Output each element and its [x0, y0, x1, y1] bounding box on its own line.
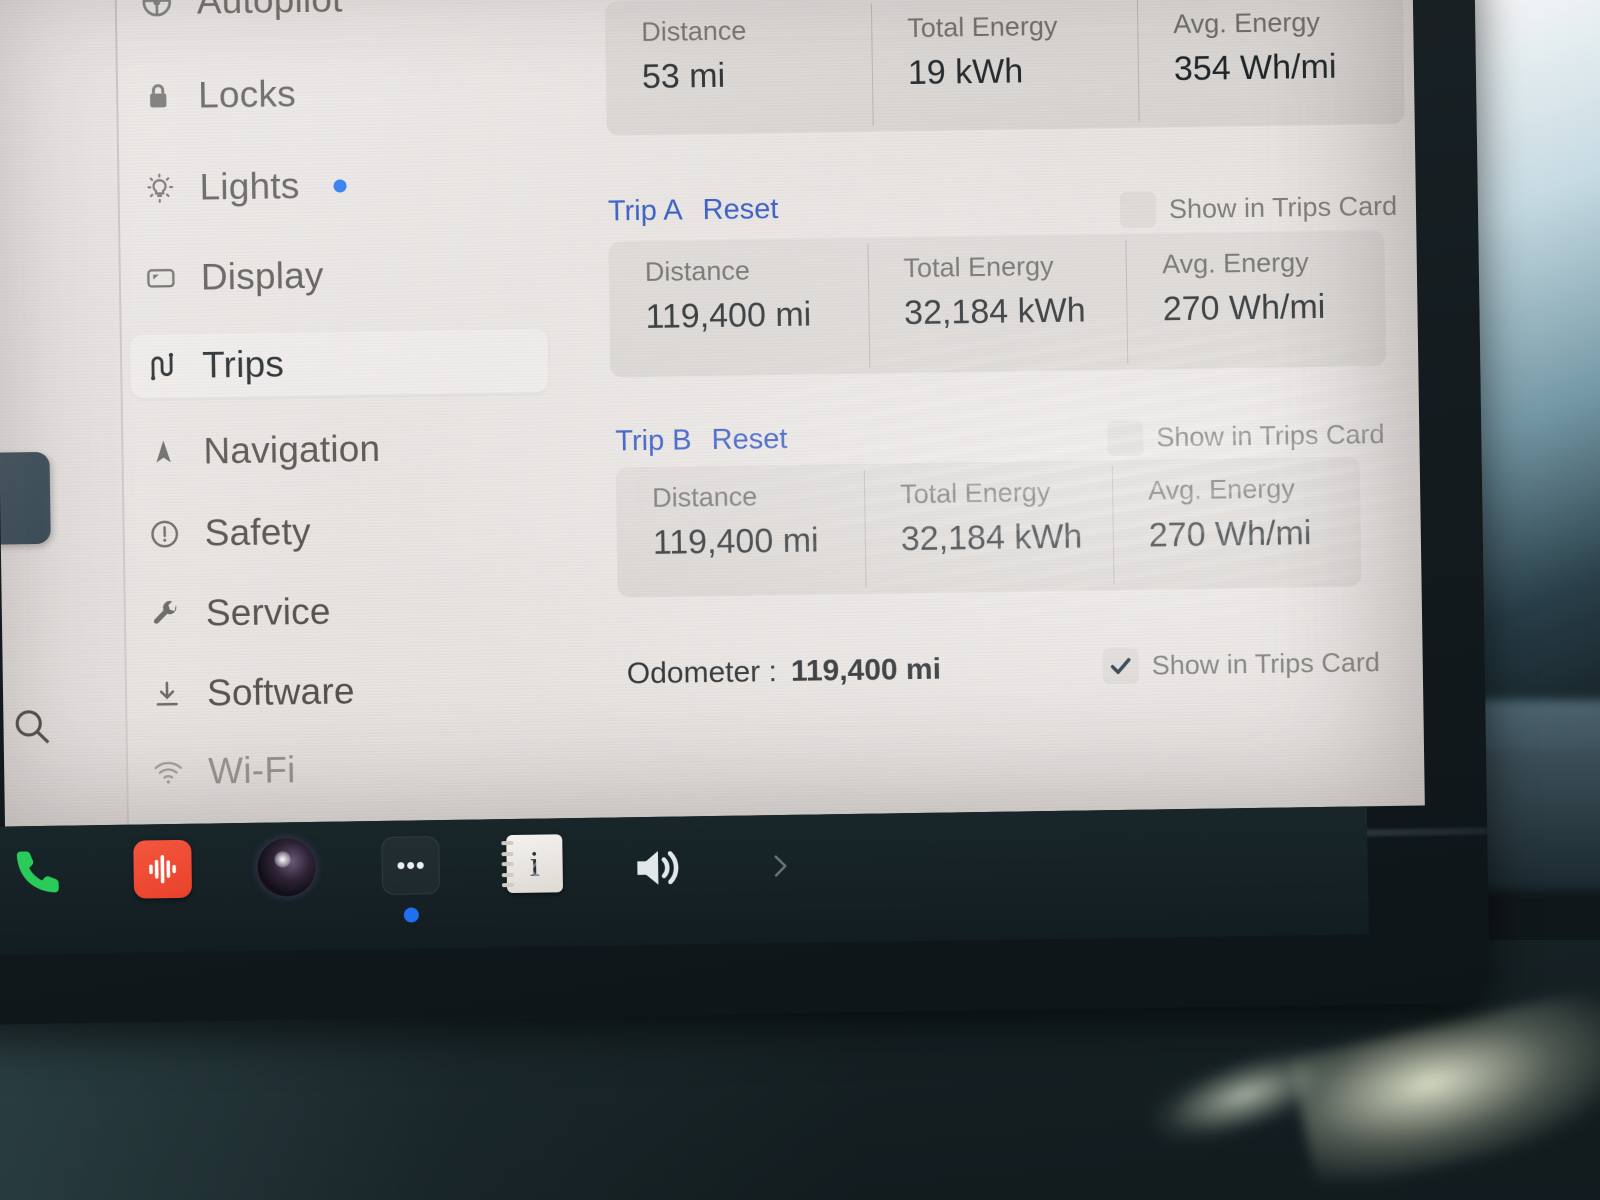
checkbox-label: Show in Trips Card	[1156, 418, 1385, 452]
odometer-value: 119,400 mi	[790, 652, 942, 688]
metric-total-energy: Total Energy 32,184 kWh	[864, 460, 1114, 594]
checkbox-label: Show in Trips Card	[1151, 646, 1381, 680]
sidebar-item-service[interactable]: Service	[133, 576, 552, 646]
show-in-trips-card-odometer[interactable]: Show in Trips Card	[1102, 644, 1381, 685]
metric-total-energy: Total Energy 32,184 kWh	[867, 234, 1128, 374]
sidebar-item-safety[interactable]: Safety	[132, 496, 551, 566]
sidebar-item-autopilot[interactable]: Autopilot	[124, 0, 543, 35]
trips-panel: Since Last Charge Show in Trips Card Dis…	[588, 0, 1425, 818]
wifi-icon	[148, 756, 188, 789]
sidebar-item-label: Autopilot	[196, 0, 343, 22]
bottom-taskbar: i	[0, 806, 1369, 956]
metric-value: 354 Wh/mi	[1173, 47, 1337, 89]
metric-label: Avg. Energy	[1147, 473, 1295, 506]
download-icon	[147, 678, 187, 711]
sidebar-item-label: Locks	[197, 73, 297, 116]
navigation-arrow-icon	[143, 436, 183, 469]
settings-sidebar: Autopilot Locks Lights Display Trips Nav…	[116, 0, 599, 825]
sidebar-item-display[interactable]: Display	[128, 240, 547, 310]
display-icon	[141, 261, 181, 296]
trip-a-label: Trip A	[607, 194, 683, 228]
sidebar-item-navigation[interactable]: Navigation	[131, 414, 550, 484]
metric-label: Total Energy	[903, 250, 1054, 284]
metric-label: Total Energy	[907, 10, 1058, 44]
metric-label: Distance	[651, 481, 758, 513]
checkbox-unchecked-icon[interactable]	[1107, 419, 1144, 457]
sidebar-item-lights[interactable]: Lights	[127, 150, 546, 220]
metric-label: Distance	[644, 255, 751, 287]
trip-a-header: Trip A Reset	[608, 193, 779, 229]
sidebar-item-wifi[interactable]: Wi-Fi	[136, 734, 555, 804]
sidebar-item-label: Service	[205, 590, 331, 634]
lights-active-indicator	[333, 178, 347, 193]
trip-b-label: Trip B	[615, 424, 692, 458]
metric-label: Avg. Energy	[1161, 247, 1309, 280]
metric-avg-energy: Avg. Energy 270 Wh/mi	[1126, 230, 1387, 370]
metric-label: Distance	[641, 15, 747, 47]
more-apps-active-indicator	[403, 907, 419, 923]
metric-card-trip-a: Distance 119,400 mi Total Energy 32,184 …	[608, 229, 1387, 378]
metric-label: Total Energy	[899, 476, 1051, 510]
sidebar-item-label: Software	[206, 670, 355, 714]
chevron-right-icon[interactable]	[764, 850, 795, 886]
metric-distance: Distance 119,400 mi	[616, 464, 866, 598]
checkbox-checked-icon[interactable]	[1102, 647, 1140, 685]
trip-a-reset-button[interactable]: Reset	[702, 193, 778, 227]
sidebar-item-label: Lights	[199, 165, 300, 208]
metric-value: 270 Wh/mi	[1148, 514, 1312, 555]
metric-avg-energy: Avg. Energy 354 Wh/mi	[1137, 0, 1405, 128]
alert-circle-icon	[144, 517, 184, 552]
checkbox-unchecked-icon[interactable]	[1119, 191, 1157, 228]
trip-b-header: Trip B Reset	[615, 423, 788, 459]
sidebar-item-label: Trips	[201, 343, 285, 386]
metric-avg-energy: Avg. Energy 270 Wh/mi	[1112, 456, 1362, 590]
tesla-touchscreen: Autopilot Locks Lights Display Trips Nav…	[0, 0, 1425, 827]
metric-label: Avg. Energy	[1173, 6, 1321, 40]
left-rail	[0, 0, 127, 827]
sidebar-item-label: Display	[200, 254, 324, 298]
lock-icon	[138, 80, 178, 113]
metric-value: 32,184 kWh	[900, 517, 1083, 559]
chevron-left-icon[interactable]	[520, 854, 551, 890]
show-in-trips-card-trip-a[interactable]: Show in Trips Card	[1119, 188, 1398, 228]
metric-distance: Distance 119,400 mi	[608, 238, 869, 378]
odometer-label: Odometer :	[626, 655, 778, 691]
volume-speaker-icon[interactable]	[628, 838, 687, 902]
touchscreen-bezel: Autopilot Locks Lights Display Trips Nav…	[0, 0, 1490, 1026]
metric-value: 119,400 mi	[652, 521, 819, 562]
sidebar-item-label: Wi-Fi	[207, 749, 296, 792]
metric-card-since-last-charge: Distance 53 mi Total Energy 19 kWh Avg. …	[604, 0, 1405, 136]
metric-value: 119,400 mi	[645, 295, 812, 336]
checkbox-label: Show in Trips Card	[1168, 190, 1398, 224]
lightbulb-icon	[139, 171, 179, 206]
metric-distance: Distance 53 mi	[605, 0, 873, 136]
metric-value: 53 mi	[641, 56, 726, 96]
sidebar-item-locks[interactable]: Locks	[126, 58, 545, 128]
sidebar-item-label: Navigation	[203, 427, 381, 472]
metric-total-energy: Total Energy 19 kWh	[871, 0, 1139, 132]
search-icon[interactable]	[9, 704, 54, 749]
metric-value: 32,184 kWh	[903, 291, 1086, 333]
sidebar-item-trips[interactable]: Trips	[129, 328, 549, 399]
metric-card-trip-b: Distance 119,400 mi Total Energy 32,184 …	[615, 456, 1362, 598]
wrench-icon	[146, 598, 186, 631]
winding-road-icon	[142, 349, 182, 384]
show-in-trips-card-trip-b[interactable]: Show in Trips Card	[1107, 416, 1385, 457]
trip-b-reset-button[interactable]: Reset	[711, 423, 787, 457]
metric-value: 19 kWh	[907, 52, 1024, 93]
map-panel[interactable]	[0, 451, 51, 546]
steering-wheel-icon	[137, 0, 178, 20]
sidebar-item-label: Safety	[204, 510, 312, 554]
window-daylight-reflection	[1470, 0, 1600, 750]
metric-value: 270 Wh/mi	[1162, 287, 1326, 329]
odometer-row: Odometer : 119,400 mi	[627, 653, 942, 692]
sidebar-item-software[interactable]: Software	[135, 656, 554, 726]
